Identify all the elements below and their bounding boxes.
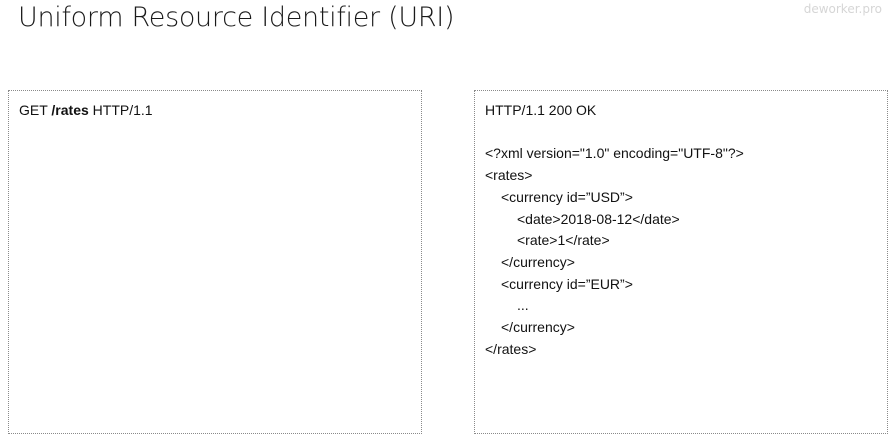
xml-currency-eur-close: </currency> [501, 319, 575, 336]
xml-currency-usd-close: </currency> [501, 253, 575, 270]
request-protocol: HTTP/1.1 [92, 102, 153, 118]
response-body: HTTP/1.1 200 OK <?xml version="1.0" enco… [485, 100, 744, 360]
xml-currency-eur-open: <currency id=”EUR”> [501, 275, 633, 292]
watermark: deworker.pro [803, 2, 882, 16]
response-status-line: HTTP/1.1 200 OK [485, 102, 597, 118]
xml-rates-close: </rates> [485, 340, 537, 357]
page-title: Uniform Resource Identifier (URI) [18, 2, 455, 33]
request-panel: GET /rates HTTP/1.1 [8, 90, 422, 434]
xml-date: <date>2018-08-12</date> [517, 210, 680, 227]
xml-rate: <rate>1</rate> [517, 232, 610, 249]
xml-declaration: <?xml version="1.0" encoding="UTF-8"?> [485, 145, 744, 162]
xml-rates-open: <rates> [485, 167, 533, 184]
request-path: /rates [51, 102, 89, 118]
xml-currency-usd-open: <currency id=”USD”> [501, 188, 633, 205]
xml-ellipsis: ... [517, 297, 529, 314]
request-method: GET [19, 102, 48, 118]
response-panel: HTTP/1.1 200 OK <?xml version="1.0" enco… [474, 90, 888, 434]
request-line: GET /rates HTTP/1.1 [19, 100, 153, 122]
